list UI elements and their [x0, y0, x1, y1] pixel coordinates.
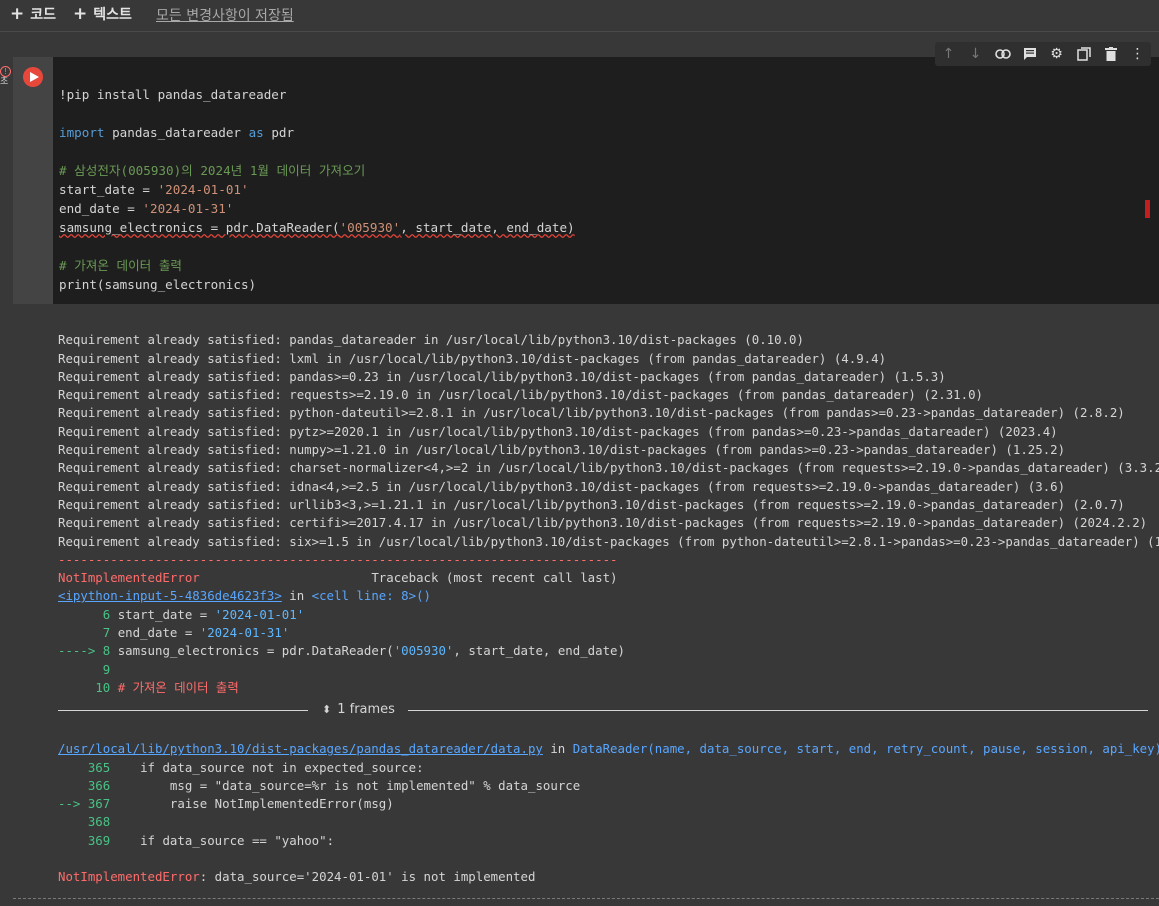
- traceback-line: 365 if data_source not in expected_sourc…: [87, 759, 424, 775]
- output-line: Requirement already satisfied: python-da…: [58, 405, 1125, 421]
- plus-icon: +: [10, 4, 25, 24]
- error-name: NotImplementedError: [58, 570, 200, 586]
- expand-collapse-icon: ⬍: [322, 702, 332, 716]
- traceback-frame: <ipython-input-5-4836de4623f3> in <cell …: [58, 588, 431, 604]
- link-icon[interactable]: [994, 45, 1012, 63]
- code-line: end_date = '2024-01-31': [59, 201, 234, 216]
- code-keyword: import: [59, 125, 105, 140]
- traceback-header: NotImplementedError Traceback (most rece…: [58, 570, 618, 585]
- arrow-down-icon[interactable]: ↓: [967, 45, 985, 63]
- output-line: Requirement already satisfied: six>=1.5 …: [58, 533, 1159, 549]
- cell-output-continued: /usr/local/lib/python3.10/dist-packages/…: [58, 722, 1159, 887]
- mirror-cell-icon[interactable]: [1075, 45, 1093, 63]
- code-line: !pip install pandas_datareader: [59, 87, 287, 102]
- output-line: Requirement already satisfied: numpy>=1.…: [58, 442, 1066, 458]
- frames-toggle[interactable]: ⬍ 1 frames: [322, 702, 395, 717]
- notebook-toolbar: + 코드 + 텍스트 모든 변경사항이 저장됨: [0, 0, 1159, 32]
- frame-link[interactable]: /usr/local/lib/python3.10/dist-packages/…: [58, 741, 543, 756]
- delete-icon[interactable]: [1102, 45, 1120, 63]
- output-line: Requirement already satisfied: idna<4,>=…: [58, 478, 1066, 494]
- traceback-line: 7 end_date = '2024-01-31': [102, 625, 290, 641]
- output-line: Requirement already satisfied: lxml in /…: [58, 350, 887, 366]
- output-line: Requirement already satisfied: requests>…: [58, 387, 984, 403]
- collapsed-frames[interactable]: ⬍ 1 frames: [58, 701, 1148, 721]
- output-line: Requirement already satisfied: pytz>=202…: [58, 423, 1058, 439]
- cell-output: Requirement already satisfied: pandas_da…: [58, 313, 1159, 697]
- code-line: print(samsung_electronics): [59, 277, 257, 292]
- cell-bottom-divider: [13, 898, 1159, 899]
- frames-divider-right: [408, 710, 1148, 711]
- traceback-line: 6 start_date = '2024-01-01': [102, 606, 305, 622]
- add-text-button[interactable]: + 텍스트: [73, 4, 132, 24]
- code-line: start_date = '2024-01-01': [59, 182, 249, 197]
- run-cell-button[interactable]: [23, 67, 43, 87]
- traceback-line: 368: [87, 814, 111, 830]
- code-keyword: as: [248, 125, 264, 140]
- code-line-error: samsung_electronics = pdr.DataReader('00…: [59, 220, 575, 235]
- cell-toolbar: ↑ ↓ ⚙ ⋮: [935, 42, 1151, 66]
- cell-run-column: [13, 57, 53, 304]
- settings-icon[interactable]: ⚙: [1048, 45, 1066, 63]
- more-icon[interactable]: ⋮: [1129, 45, 1147, 63]
- code-comment: # 가져온 데이터 출력: [59, 258, 183, 273]
- add-text-label: 텍스트: [93, 7, 132, 23]
- frames-divider-left: [58, 710, 308, 711]
- output-line: Requirement already satisfied: charset-n…: [58, 460, 1159, 476]
- code-line: import pandas_datareader as pdr: [59, 125, 295, 140]
- frame-link[interactable]: <ipython-input-5-4836de4623f3>: [58, 588, 282, 603]
- execution-status: ! 초: [0, 66, 11, 88]
- traceback-line-current: --> 367 raise NotImplementedError(msg): [58, 796, 394, 812]
- add-code-label: 코드: [30, 7, 57, 23]
- traceback-line: 9: [102, 661, 111, 677]
- arrow-up-icon[interactable]: ↑: [940, 45, 958, 63]
- frame-function: DataReader(name, data_source, start, end…: [572, 741, 1159, 757]
- error-name: NotImplementedError: [58, 869, 200, 885]
- frame-function: <cell line: 8>(): [311, 588, 431, 604]
- output-line: Requirement already satisfied: urllib3<3…: [58, 496, 1125, 512]
- output-line: Requirement already satisfied: pandas>=0…: [58, 368, 946, 384]
- save-status-link[interactable]: 모든 변경사항이 저장됨: [156, 5, 294, 25]
- error-message: : data_source='2024-01-01' is not implem…: [199, 869, 536, 885]
- traceback-line: 369 if data_source == "yahoo":: [87, 832, 335, 848]
- traceback-line: 366 msg = "data_source=%r is not impleme…: [87, 777, 581, 793]
- code-comment: # 삼성전자(005930)의 2024년 1월 데이터 가져오기: [59, 163, 366, 178]
- error-gutter-marker: [1145, 200, 1150, 218]
- traceback-line: 10 # 가져온 데이터 출력: [95, 679, 239, 695]
- error-indicator-icon: !: [0, 66, 11, 77]
- traceback-line-current: ----> 8 samsung_electronics = pdr.DataRe…: [58, 643, 625, 659]
- traceback-title: Traceback (most recent call last): [371, 570, 618, 586]
- code-content[interactable]: !pip install pandas_datareader import pa…: [59, 66, 575, 294]
- traceback-frame: /usr/local/lib/python3.10/dist-packages/…: [58, 741, 1159, 756]
- traceback-separator: ----------------------------------------…: [58, 551, 618, 567]
- frames-label: 1 frames: [337, 702, 395, 717]
- add-code-button[interactable]: + 코드: [10, 4, 56, 24]
- plus-icon: +: [73, 4, 88, 24]
- output-line: Requirement already satisfied: certifi>=…: [58, 515, 1148, 531]
- final-error: NotImplementedError: data_source='2024-0…: [58, 869, 535, 884]
- execution-label: 초: [0, 77, 9, 87]
- output-line: Requirement already satisfied: pandas_da…: [58, 332, 804, 348]
- comment-icon[interactable]: [1021, 45, 1039, 63]
